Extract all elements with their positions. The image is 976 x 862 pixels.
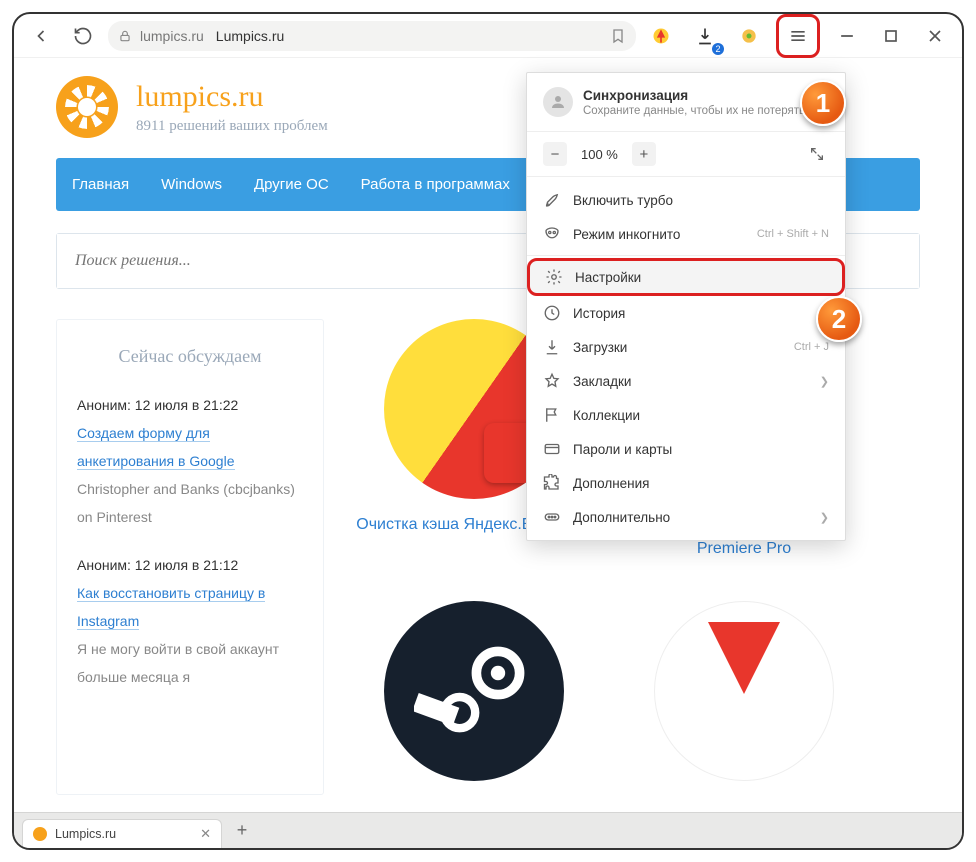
comment-link[interactable]: Создаем форму для анкетирования в Google bbox=[77, 425, 235, 470]
comment-text: Я не могу войти в свой аккаунт больше ме… bbox=[77, 635, 303, 691]
dots-icon bbox=[543, 508, 561, 526]
mask-icon bbox=[543, 225, 561, 243]
menu-addons[interactable]: Дополнения bbox=[527, 466, 845, 500]
site-title: lumpics.ru bbox=[136, 80, 328, 114]
back-button[interactable] bbox=[24, 19, 58, 53]
zoom-row: − 100 % + bbox=[527, 132, 845, 177]
download-icon bbox=[543, 338, 561, 356]
downloads-button[interactable]: 2 bbox=[688, 19, 722, 53]
new-tab-button[interactable]: + bbox=[228, 817, 256, 845]
nav-item[interactable]: Другие ОС bbox=[238, 158, 345, 211]
zoom-in-button[interactable]: + bbox=[632, 142, 656, 166]
flag-icon bbox=[543, 406, 561, 424]
callout-1: 1 bbox=[800, 80, 846, 126]
nav-item[interactable]: Windows bbox=[145, 158, 238, 211]
menu-label: Настройки bbox=[575, 270, 641, 285]
url-title: Lumpics.ru bbox=[216, 28, 284, 44]
menu-label: Дополнения bbox=[573, 476, 649, 491]
close-window-button[interactable] bbox=[918, 19, 952, 53]
comment-item: Аноним: 12 июля в 21:12 Как восстановить… bbox=[77, 551, 303, 691]
downloads-badge: 2 bbox=[712, 43, 724, 55]
comment-meta: Аноним: 12 июля в 21:12 bbox=[77, 551, 303, 579]
sync-subtitle: Сохраните данные, чтобы их не потерять bbox=[583, 105, 805, 117]
menu-label: Пароли и карты bbox=[573, 442, 672, 457]
menu-bookmarks[interactable]: Закладки ❯ bbox=[527, 364, 845, 398]
menu-hint: Ctrl + J bbox=[794, 341, 829, 353]
menu-label: Дополнительно bbox=[573, 510, 670, 525]
menu-incognito[interactable]: Режим инкогнито Ctrl + Shift + N bbox=[527, 217, 845, 251]
zoom-out-button[interactable]: − bbox=[543, 142, 567, 166]
card-thumb bbox=[384, 601, 564, 781]
url-domain: lumpics.ru bbox=[140, 28, 204, 44]
tab-bar: Lumpics.ru ✕ + bbox=[14, 812, 962, 848]
tab-title: Lumpics.ru bbox=[55, 827, 116, 841]
menu-history[interactable]: История bbox=[527, 296, 845, 330]
rocket-icon bbox=[543, 191, 561, 209]
chevron-right-icon: ❯ bbox=[820, 375, 829, 388]
menu-turbo[interactable]: Включить турбо bbox=[527, 183, 845, 217]
fullscreen-button[interactable] bbox=[805, 142, 829, 166]
comment-text: Christopher and Banks (cbcjbanks) on Pin… bbox=[77, 475, 303, 531]
sync-title: Синхронизация bbox=[583, 88, 805, 103]
browser-toolbar: lumpics.ru Lumpics.ru 2 bbox=[14, 14, 962, 58]
menu-separator bbox=[527, 255, 845, 256]
chevron-right-icon: ❯ bbox=[820, 511, 829, 524]
menu-label: Закладки bbox=[573, 374, 631, 389]
nav-item[interactable]: Работа в программах bbox=[345, 158, 526, 211]
extension-icon[interactable] bbox=[732, 19, 766, 53]
bookmark-icon[interactable] bbox=[610, 28, 626, 44]
browser-tab[interactable]: Lumpics.ru ✕ bbox=[22, 819, 222, 849]
puzzle-icon bbox=[543, 474, 561, 492]
sidebar-title: Сейчас обсуждаем bbox=[77, 346, 303, 367]
card-thumb bbox=[654, 601, 834, 781]
comment-item: Аноним: 12 июля в 21:22 Создаем форму дл… bbox=[77, 391, 303, 531]
close-tab-icon[interactable]: ✕ bbox=[200, 826, 211, 842]
menu-label: Коллекции bbox=[573, 408, 640, 423]
menu-hint: Ctrl + Shift + N bbox=[757, 228, 829, 240]
menu-collections[interactable]: Коллекции bbox=[527, 398, 845, 432]
sync-section[interactable]: Синхронизация Сохраните данные, чтобы их… bbox=[527, 73, 845, 132]
browser-menu: Синхронизация Сохраните данные, чтобы их… bbox=[526, 72, 846, 541]
comment-link[interactable]: Как восстановить страницу в Instagram bbox=[77, 585, 265, 630]
article-card[interactable] bbox=[354, 601, 594, 795]
menu-more[interactable]: Дополнительно ❯ bbox=[527, 500, 845, 534]
minimize-button[interactable] bbox=[830, 19, 864, 53]
site-logo[interactable] bbox=[56, 76, 118, 138]
menu-settings[interactable]: Настройки bbox=[529, 260, 843, 294]
article-card[interactable] bbox=[624, 601, 864, 795]
clock-icon bbox=[543, 304, 561, 322]
callout-2: 2 bbox=[816, 296, 862, 342]
menu-passwords[interactable]: Пароли и карты bbox=[527, 432, 845, 466]
menu-label: Загрузки bbox=[573, 340, 627, 355]
menu-button[interactable] bbox=[781, 19, 815, 53]
yandex-icon[interactable] bbox=[644, 19, 678, 53]
avatar-icon bbox=[543, 87, 573, 117]
menu-downloads[interactable]: Загрузки Ctrl + J bbox=[527, 330, 845, 364]
menu-label: Включить турбо bbox=[573, 193, 673, 208]
address-bar[interactable]: lumpics.ru Lumpics.ru bbox=[108, 21, 636, 51]
discussion-sidebar: Сейчас обсуждаем Аноним: 12 июля в 21:22… bbox=[56, 319, 324, 795]
gear-icon bbox=[545, 268, 563, 286]
menu-label: История bbox=[573, 306, 625, 321]
zoom-value: 100 % bbox=[573, 147, 626, 162]
site-tagline: 8911 решений ваших проблем bbox=[136, 118, 328, 135]
card-icon bbox=[543, 440, 561, 458]
menu-button-highlight bbox=[776, 14, 820, 58]
maximize-button[interactable] bbox=[874, 19, 908, 53]
lock-icon bbox=[118, 29, 132, 43]
star-icon bbox=[543, 372, 561, 390]
menu-label: Режим инкогнито bbox=[573, 227, 680, 242]
favicon bbox=[33, 827, 47, 841]
nav-item[interactable]: Главная bbox=[56, 158, 145, 211]
reload-button[interactable] bbox=[66, 19, 100, 53]
comment-meta: Аноним: 12 июля в 21:22 bbox=[77, 391, 303, 419]
